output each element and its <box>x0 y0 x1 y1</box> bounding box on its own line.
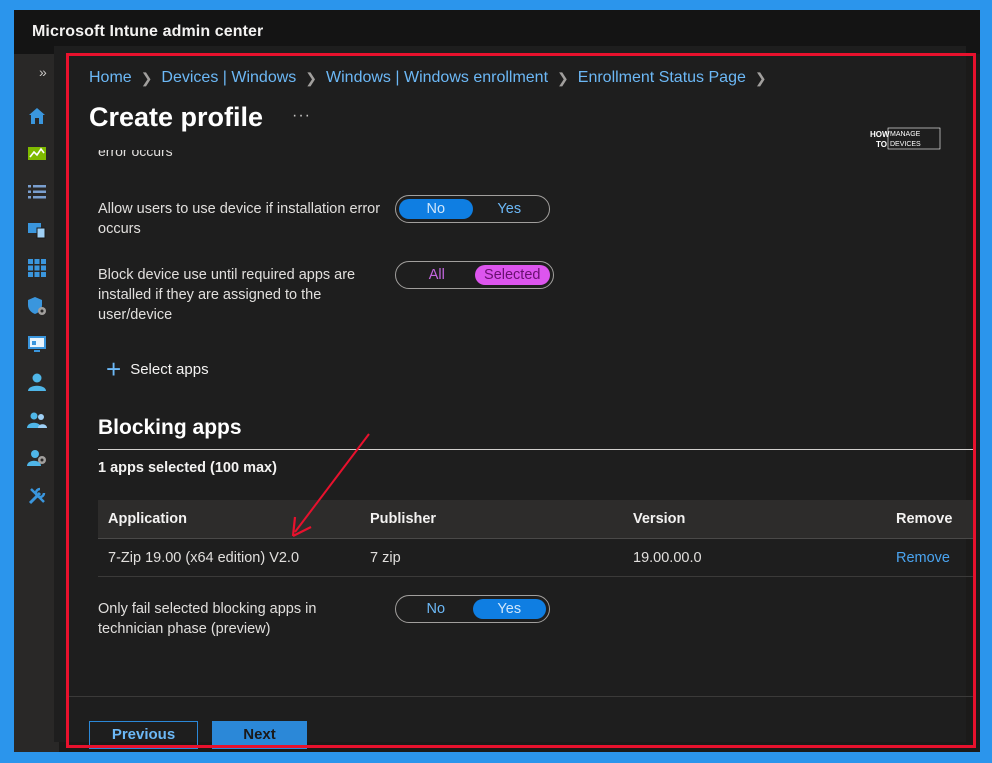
select-apps-button[interactable]: + Select apps <box>106 354 209 384</box>
table-row: 7-Zip 19.00 (x64 edition) V2.0 7 zip 19.… <box>98 539 976 577</box>
table-header: Application Publisher Version Remove <box>98 500 976 538</box>
tenant-admin-icon[interactable] <box>27 448 47 468</box>
block-use-label: Block device use until required apps are… <box>98 267 356 323</box>
section-divider <box>98 449 976 450</box>
more-options-button[interactable]: ··· <box>292 107 311 125</box>
logo-manage: MANAGE <box>890 131 921 138</box>
how-to-manage-devices-logo: HOW TO MANAGE DEVICES <box>870 127 941 150</box>
logo-to: TO <box>876 140 887 149</box>
remove-app-link[interactable]: Remove <box>896 550 950 566</box>
endpoint-security-icon[interactable] <box>27 296 47 316</box>
breadcrumb: Home ❯ Devices | Windows ❯ Windows | Win… <box>89 69 776 87</box>
chevron-right-icon: ❯ <box>557 69 569 86</box>
logo-how: HOW <box>870 130 890 139</box>
users-icon[interactable] <box>27 372 47 392</box>
allow-use-label: Allow users to use device if installatio… <box>98 201 381 237</box>
only-fail-label: Only fail selected blocking apps in tech… <box>98 601 317 637</box>
plus-icon: + <box>106 354 122 384</box>
next-button[interactable]: Next <box>212 721 307 749</box>
cell-version: 19.00.00.0 <box>633 549 702 566</box>
blocking-apps-heading: Blocking apps <box>98 416 242 439</box>
apps-selected-count: 1 apps selected (100 max) <box>98 460 277 476</box>
all-services-icon[interactable] <box>27 182 47 202</box>
allow-use-yes-option[interactable]: Yes <box>473 199 547 219</box>
troubleshooting-icon[interactable] <box>27 486 47 506</box>
breadcrumb-enrollment-status-page[interactable]: Enrollment Status Page <box>578 69 746 87</box>
breadcrumb-windows-enrollment[interactable]: Windows | Windows enrollment <box>326 69 548 87</box>
column-publisher: Publisher <box>370 511 437 527</box>
block-use-selected-option[interactable]: Selected <box>474 265 550 285</box>
dashboard-icon[interactable] <box>27 144 47 164</box>
chevron-right-icon: ❯ <box>140 69 153 86</box>
only-fail-yes-option[interactable]: Yes <box>472 599 546 619</box>
only-fail-no-option[interactable]: No <box>399 599 473 619</box>
column-remove: Remove <box>896 511 953 527</box>
app-title: Microsoft Intune admin center <box>32 23 264 40</box>
devices-icon[interactable] <box>27 220 47 240</box>
reports-icon[interactable] <box>27 334 47 354</box>
block-use-all-option[interactable]: All <box>399 265 475 285</box>
breadcrumb-home[interactable]: Home <box>89 69 132 87</box>
partial-setting-label: error occurs <box>98 150 298 166</box>
left-nav: » <box>14 54 59 752</box>
allow-use-no-option[interactable]: No <box>399 199 473 219</box>
chevron-right-icon: ❯ <box>754 69 767 86</box>
select-apps-label: Select apps <box>130 360 209 378</box>
breadcrumb-devices-windows[interactable]: Devices | Windows <box>161 69 296 87</box>
column-application: Application <box>108 511 187 527</box>
expand-nav-icon[interactable]: » <box>39 64 47 80</box>
previous-button[interactable]: Previous <box>89 721 198 749</box>
home-icon[interactable] <box>27 106 47 126</box>
allow-use-toggle[interactable]: No Yes <box>395 195 550 223</box>
apps-icon[interactable] <box>27 258 47 278</box>
cell-application: 7-Zip 19.00 (x64 edition) V2.0 <box>108 549 300 566</box>
chevron-right-icon: ❯ <box>305 69 318 86</box>
footer-divider <box>69 696 973 697</box>
block-use-toggle[interactable]: All Selected <box>395 261 554 289</box>
groups-icon[interactable] <box>27 410 47 430</box>
page-title: Create profile <box>89 102 264 132</box>
only-fail-toggle[interactable]: No Yes <box>395 595 550 623</box>
logo-devices: DEVICES <box>890 141 921 148</box>
cell-publisher: 7 zip <box>370 549 401 566</box>
column-version: Version <box>633 511 686 527</box>
partial-setting-text: error occurs <box>98 150 173 159</box>
